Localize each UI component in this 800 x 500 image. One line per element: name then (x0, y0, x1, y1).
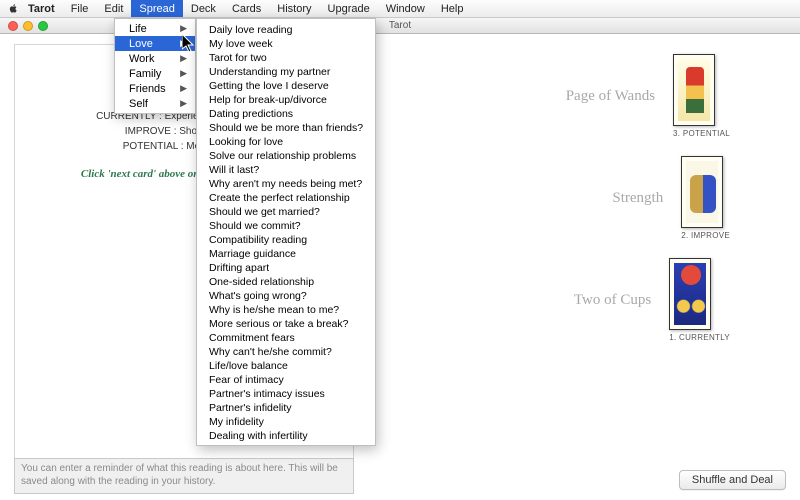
menu-spread[interactable]: Spread (131, 0, 182, 17)
love-submenu-item[interactable]: Should we commit? (197, 218, 375, 232)
submenu-arrow-icon: ▶ (180, 68, 187, 79)
close-window-button[interactable] (8, 21, 18, 31)
menu-help[interactable]: Help (433, 0, 472, 17)
love-submenu-item[interactable]: Solve our relationship problems (197, 148, 375, 162)
menu-edit[interactable]: Edit (96, 0, 131, 17)
love-submenu-item[interactable]: My infidelity (197, 414, 375, 428)
love-submenu-item[interactable]: Drifting apart (197, 260, 375, 274)
love-submenu-item[interactable]: Why can't he/she commit? (197, 344, 375, 358)
love-submenu-item[interactable]: Why is he/she mean to me? (197, 302, 375, 316)
submenu-arrow-icon: ▶ (180, 23, 187, 34)
spread-item-self[interactable]: Self▶ (115, 96, 195, 111)
menu-upgrade[interactable]: Upgrade (320, 0, 378, 17)
reminder-input[interactable]: You can enter a reminder of what this re… (14, 458, 354, 494)
menu-file[interactable]: File (63, 0, 97, 17)
card-caption: 1. CURRENTLY (669, 333, 730, 342)
card-row: Two of Cups 1. CURRENTLY (530, 258, 730, 342)
love-submenu-item[interactable]: Will it last? (197, 162, 375, 176)
love-submenu-item[interactable]: Daily love reading (197, 22, 375, 36)
love-submenu-item[interactable]: Marriage guidance (197, 246, 375, 260)
love-submenu-item[interactable]: Partner's intimacy issues (197, 386, 375, 400)
submenu-arrow-icon: ▶ (180, 38, 187, 49)
menu-window[interactable]: Window (378, 0, 433, 17)
love-submenu-item[interactable]: Fear of intimacy (197, 372, 375, 386)
love-submenu-item[interactable]: Commitment fears (197, 330, 375, 344)
card-row: Strength 2. IMPROVE (530, 156, 730, 240)
love-submenu-item[interactable]: Looking for love (197, 134, 375, 148)
card-name-label: Strength (573, 190, 663, 207)
love-submenu-item[interactable]: Life/love balance (197, 358, 375, 372)
tarot-card[interactable] (673, 54, 715, 126)
menu-bar: Tarot File Edit Spread Deck Cards Histor… (0, 0, 800, 18)
love-submenu-item[interactable]: My love week (197, 36, 375, 50)
zoom-window-button[interactable] (38, 21, 48, 31)
spread-item-life[interactable]: Life▶ (115, 21, 195, 36)
menu-deck[interactable]: Deck (183, 0, 224, 17)
tarot-card[interactable] (669, 258, 711, 330)
spread-item-family[interactable]: Family▶ (115, 66, 195, 81)
love-submenu-item[interactable]: What's going wrong? (197, 288, 375, 302)
shuffle-and-deal-button[interactable]: Shuffle and Deal (679, 470, 786, 490)
spread-item-love[interactable]: Love▶ (115, 36, 195, 51)
minimize-window-button[interactable] (23, 21, 33, 31)
menu-cards[interactable]: Cards (224, 0, 269, 17)
spread-item-friends[interactable]: Friends▶ (115, 81, 195, 96)
submenu-arrow-icon: ▶ (180, 53, 187, 64)
card-caption: 2. IMPROVE (681, 231, 730, 240)
love-submenu-item[interactable]: Dating predictions (197, 106, 375, 120)
card-name-label: Two of Cups (561, 292, 651, 309)
submenu-arrow-icon: ▶ (180, 83, 187, 94)
love-submenu-item[interactable]: Should we get married? (197, 204, 375, 218)
card-column: Page of Wands 3. POTENTIAL Strength 2. I… (530, 54, 730, 360)
app-menu[interactable]: Tarot (20, 0, 63, 17)
love-submenu-item[interactable]: One-sided relationship (197, 274, 375, 288)
love-submenu: Daily love readingMy love weekTarot for … (196, 18, 376, 446)
spread-dropdown: Life▶ Love▶ Work▶ Family▶ Friends▶ Self▶ (114, 18, 196, 114)
love-submenu-item[interactable]: Why aren't my needs being met? (197, 176, 375, 190)
love-submenu-item[interactable]: Tarot for two (197, 50, 375, 64)
love-submenu-item[interactable]: Create the perfect relationship (197, 190, 375, 204)
love-submenu-item[interactable]: Understanding my partner (197, 64, 375, 78)
menu-history[interactable]: History (269, 0, 319, 17)
love-submenu-item[interactable]: Compatibility reading (197, 232, 375, 246)
love-submenu-item[interactable]: Dealing with infertility (197, 428, 375, 442)
submenu-arrow-icon: ▶ (180, 98, 187, 109)
love-submenu-item[interactable]: Partner's infidelity (197, 400, 375, 414)
love-submenu-item[interactable]: Should we be more than friends? (197, 120, 375, 134)
card-row: Page of Wands 3. POTENTIAL (530, 54, 730, 138)
apple-menu-icon[interactable] (6, 3, 20, 14)
love-submenu-item[interactable]: More serious or take a break? (197, 316, 375, 330)
love-submenu-item[interactable]: Help for break-up/divorce (197, 92, 375, 106)
tarot-card[interactable] (681, 156, 723, 228)
card-name-label: Page of Wands (565, 88, 655, 105)
spread-item-work[interactable]: Work▶ (115, 51, 195, 66)
card-caption: 3. POTENTIAL (673, 129, 730, 138)
love-submenu-item[interactable]: Getting the love I deserve (197, 78, 375, 92)
